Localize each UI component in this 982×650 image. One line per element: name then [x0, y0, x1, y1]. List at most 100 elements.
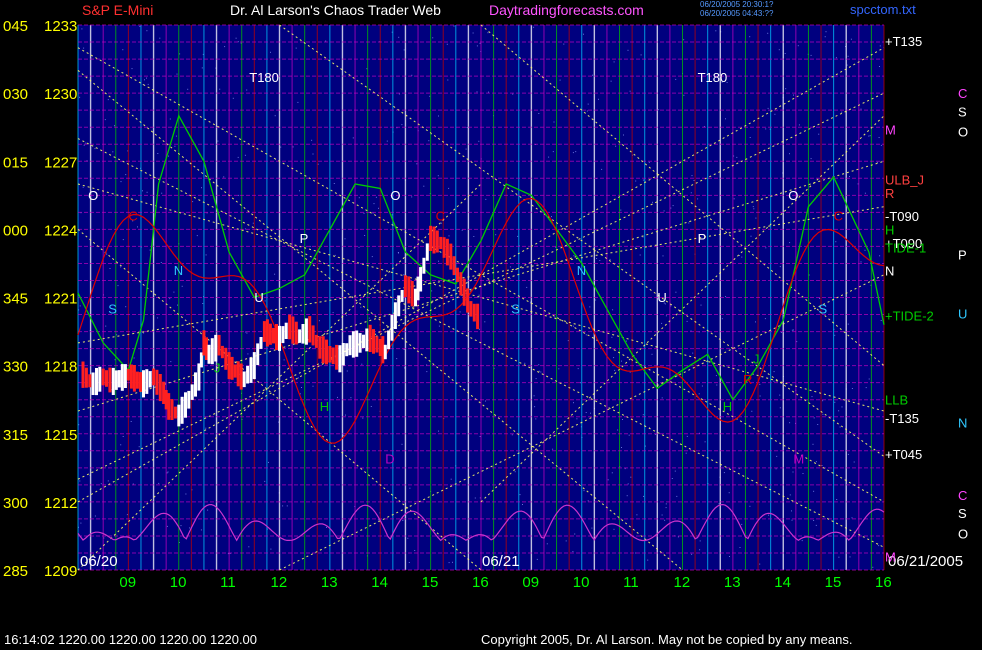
- star-dot: [676, 375, 678, 377]
- star-dot: [312, 153, 314, 155]
- price-bar: [308, 316, 312, 343]
- star-dot: [836, 499, 838, 500]
- star-dot: [590, 412, 591, 414]
- price-bar: [291, 316, 295, 344]
- star-dot: [835, 57, 837, 59]
- star-dot: [375, 196, 377, 198]
- star-dot: [161, 192, 163, 194]
- star-dot: [247, 353, 249, 355]
- star-dot: [473, 236, 475, 237]
- star-dot: [297, 101, 299, 103]
- star-dot: [698, 393, 700, 395]
- planet-label: O: [788, 188, 798, 203]
- star-dot: [170, 361, 172, 363]
- star-dot: [693, 180, 695, 181]
- star-dot: [764, 318, 766, 320]
- star-dot: [299, 190, 300, 192]
- star-dot: [791, 510, 792, 512]
- star-dot: [495, 234, 497, 236]
- price-bar: [372, 329, 375, 354]
- star-dot: [142, 190, 143, 192]
- star-dot: [683, 39, 685, 41]
- star-dot: [824, 36, 826, 38]
- star-dot: [264, 300, 266, 302]
- price-bar: [281, 326, 285, 344]
- star-dot: [872, 566, 874, 568]
- price-bar: [167, 393, 171, 420]
- star-dot: [280, 146, 282, 148]
- star-dot: [592, 74, 593, 76]
- price-bar: [194, 372, 197, 397]
- star-dot: [665, 503, 667, 505]
- planet-label: P: [300, 231, 309, 246]
- price-bar: [393, 302, 397, 329]
- star-dot: [635, 180, 637, 182]
- y-tick-angle: 315: [3, 427, 28, 444]
- x-tick-hour: 14: [774, 574, 791, 591]
- star-dot: [629, 90, 631, 92]
- star-dot: [514, 471, 516, 473]
- star-dot: [621, 447, 622, 448]
- star-dot: [368, 317, 370, 319]
- star-dot: [752, 206, 754, 208]
- price-bar: [158, 374, 162, 402]
- y-tick-price: 1221: [44, 291, 77, 308]
- star-dot: [812, 443, 814, 445]
- star-dot: [401, 124, 403, 126]
- star-dot: [620, 209, 622, 211]
- star-dot: [295, 47, 297, 49]
- price-bar: [321, 336, 325, 364]
- price-bar: [111, 367, 115, 395]
- star-dot: [813, 490, 815, 492]
- star-dot: [94, 148, 96, 150]
- star-dot: [484, 321, 486, 323]
- star-dot: [591, 527, 593, 529]
- star-dot: [851, 388, 853, 389]
- star-dot: [639, 254, 641, 256]
- price-bar: [268, 323, 272, 345]
- page-title: Dr. Al Larson's Chaos Trader Web: [230, 2, 441, 18]
- price-bar: [449, 243, 453, 270]
- star-dot: [793, 94, 794, 96]
- star-dot: [574, 533, 576, 535]
- x-tick-hour: 12: [271, 574, 288, 591]
- site-link[interactable]: Daytradingforecasts.com: [489, 2, 644, 18]
- star-dot: [577, 368, 579, 370]
- star-dot: [438, 260, 439, 262]
- star-dot: [169, 298, 171, 300]
- star-dot: [661, 322, 663, 324]
- star-dot: [81, 28, 83, 30]
- star-dot: [438, 115, 439, 117]
- star-dot: [466, 127, 468, 128]
- price-bar: [88, 374, 92, 388]
- star-dot: [85, 142, 87, 144]
- x-tick-hour: 10: [170, 574, 187, 591]
- star-dot: [767, 107, 769, 109]
- star-dot: [661, 397, 663, 399]
- price-bar: [114, 370, 118, 390]
- star-dot: [398, 252, 399, 254]
- star-dot: [815, 461, 817, 463]
- star-dot: [185, 493, 187, 495]
- last-quote: 16:14:02 1220.00 1220.00 1220.00 1220.00: [4, 632, 258, 647]
- star-dot: [264, 480, 266, 482]
- star-dot: [839, 426, 841, 428]
- star-dot: [122, 239, 124, 241]
- star-dot: [312, 385, 314, 387]
- star-dot: [94, 515, 96, 517]
- x-tick-hour: 11: [623, 574, 639, 591]
- star-dot: [107, 99, 109, 101]
- star-dot: [765, 247, 767, 249]
- price-bar: [132, 365, 136, 392]
- star-dot: [130, 421, 132, 422]
- star-dot: [479, 42, 481, 44]
- star-dot: [149, 249, 151, 251]
- star-dot: [860, 261, 862, 263]
- star-dot: [755, 217, 757, 219]
- far-right-label: N: [958, 415, 967, 430]
- price-bar: [311, 325, 315, 346]
- price-bar: [348, 335, 352, 356]
- price-bar: [397, 295, 401, 317]
- star-dot: [364, 235, 366, 236]
- star-dot: [409, 487, 411, 489]
